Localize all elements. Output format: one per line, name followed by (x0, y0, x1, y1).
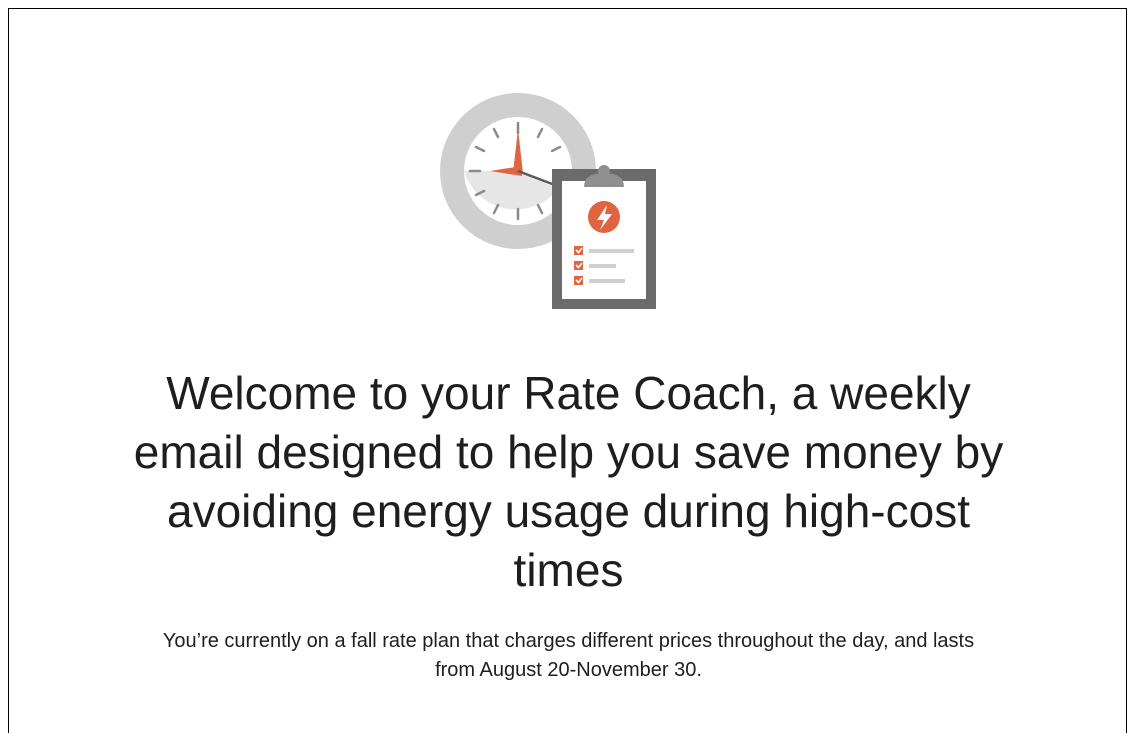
rate-plan-description-text: You’re currently on a fall rate plan tha… (162, 630, 975, 681)
clock-and-clipboard-icon (440, 93, 656, 309)
email-frame: Welcome to your Rate Coach, a weekly ema… (8, 8, 1127, 733)
welcome-headline-text: Welcome to your Rate Coach, a weekly ema… (133, 367, 1004, 596)
rate-coach-illustration (424, 77, 664, 317)
rate-plan-description: You’re currently on a fall rate plan tha… (9, 627, 1128, 685)
clipboard-checklist-icon (552, 165, 656, 309)
welcome-headline: Welcome to your Rate Coach, a weekly ema… (9, 364, 1128, 600)
